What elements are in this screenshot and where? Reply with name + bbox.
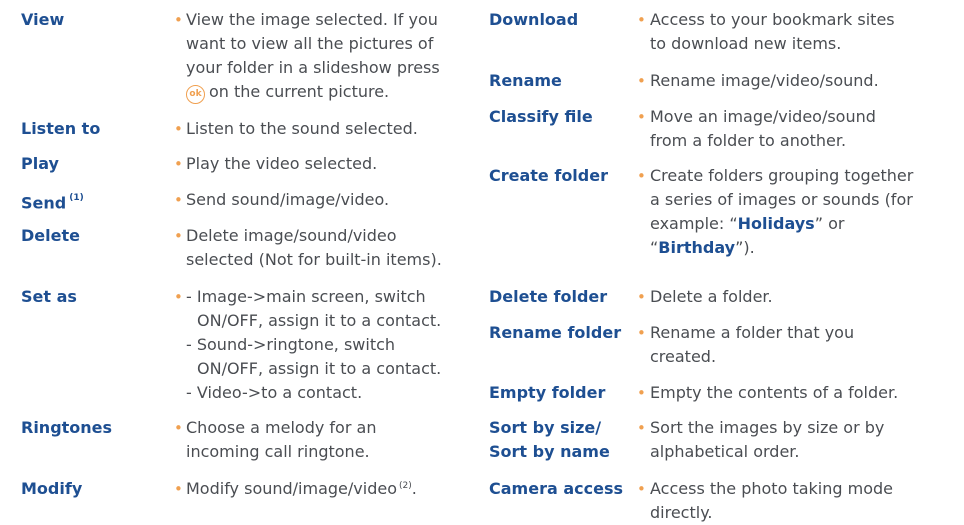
bullet-icon: • xyxy=(637,419,646,437)
term-modify: Modify xyxy=(21,479,83,498)
term-rename: Rename xyxy=(489,71,562,90)
bullet-icon: • xyxy=(637,167,646,185)
bullet-icon: • xyxy=(637,72,646,90)
bullet-icon: • xyxy=(637,11,646,29)
term-empty-folder: Empty folder xyxy=(489,383,606,402)
term-sort: Sort by size/ Sort by name xyxy=(489,418,610,461)
bullet-icon: • xyxy=(637,288,646,306)
term-rename-folder: Rename folder xyxy=(489,323,622,342)
term-create-folder: Create folder xyxy=(489,166,608,185)
bullet-icon: • xyxy=(174,191,183,209)
manual-page: View • View the image selected. If you w… xyxy=(21,8,914,522)
term-camera-access: Camera access xyxy=(489,479,623,498)
term-view: View xyxy=(21,10,65,29)
bullet-icon: • xyxy=(174,419,183,437)
bullet-icon: • xyxy=(637,384,646,402)
term-ringtones: Ringtones xyxy=(21,418,113,437)
term-download: Download xyxy=(489,10,579,29)
term-send: Send (1) xyxy=(21,193,84,213)
term-listen-to: Listen to xyxy=(21,119,101,138)
bullet-icon: • xyxy=(637,480,646,498)
term-delete-folder: Delete folder xyxy=(489,287,608,306)
term-delete: Delete xyxy=(21,226,80,245)
bullet-icon: • xyxy=(174,480,183,498)
desc-view: View the image selected. If you want to … xyxy=(186,8,440,104)
ok-key-icon: ok xyxy=(186,85,205,104)
bullet-icon: • xyxy=(174,155,183,173)
bullet-icon: • xyxy=(174,227,183,245)
term-play: Play xyxy=(21,154,59,173)
bullet-icon: • xyxy=(637,324,646,342)
term-classify-file: Classify file xyxy=(489,107,593,126)
bullet-icon: • xyxy=(174,288,183,306)
bullet-icon: • xyxy=(174,120,183,138)
bullet-icon: • xyxy=(174,11,183,29)
bullet-icon: • xyxy=(637,108,646,126)
term-set-as: Set as xyxy=(21,287,77,306)
